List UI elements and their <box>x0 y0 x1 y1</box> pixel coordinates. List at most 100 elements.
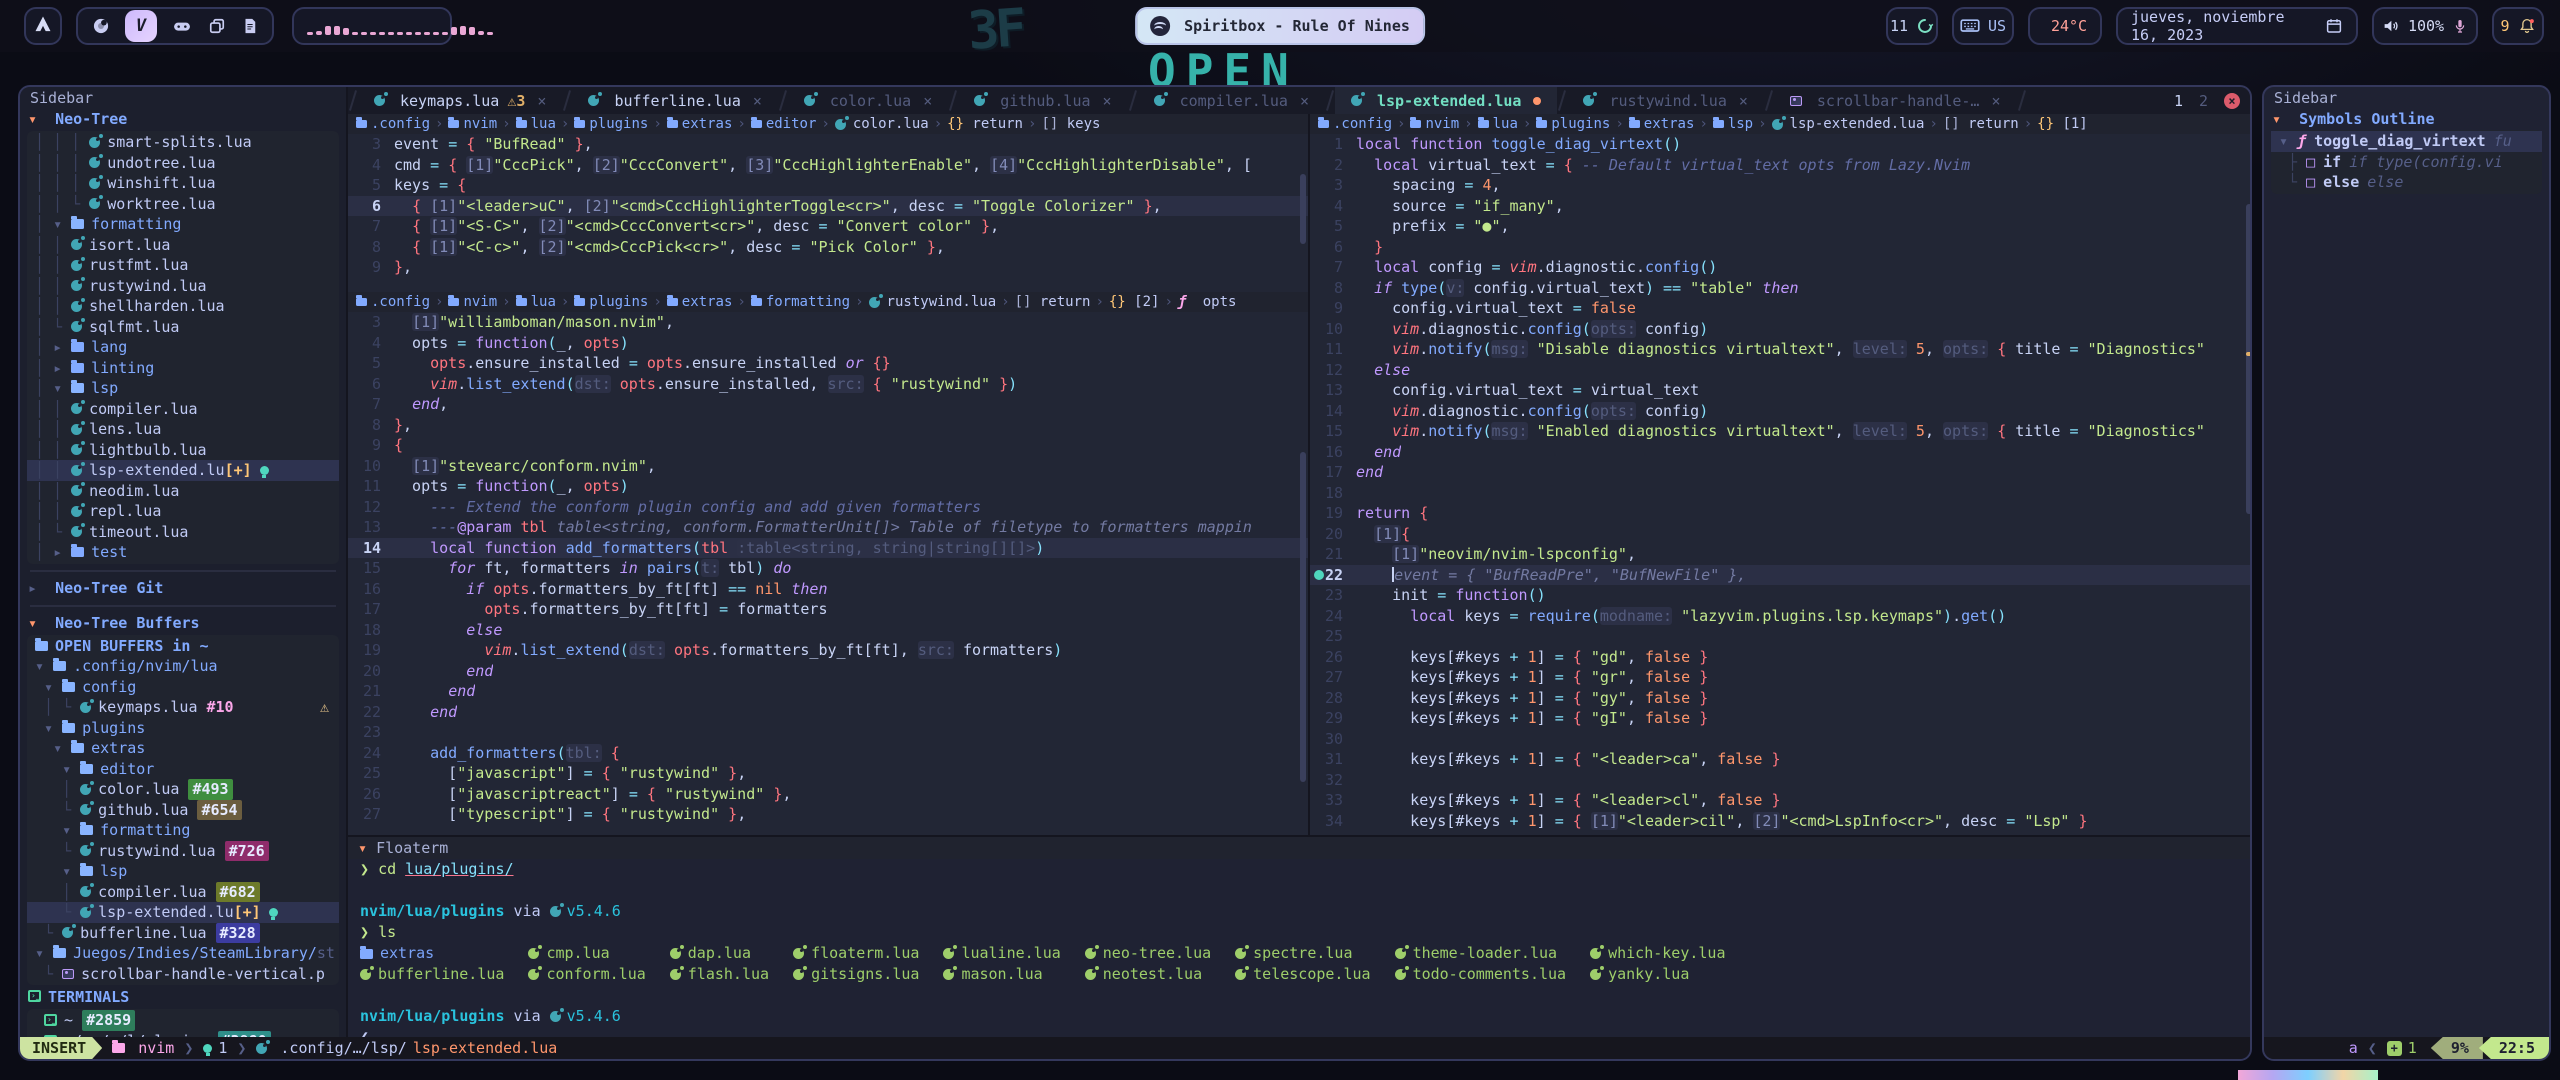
breadcrumb-segment[interactable]: .config <box>1318 116 1392 132</box>
breadcrumb-segment[interactable]: rustywind.lua <box>869 294 997 310</box>
scrollbar[interactable] <box>1300 174 1306 244</box>
buffer-item-config[interactable]: ▾ config <box>27 677 339 698</box>
tab-scrollbar-handle--[interactable]: scrollbar-handle-…× <box>1774 87 2017 114</box>
code-line-3[interactable]: 3 spacing = 4, <box>1310 175 2252 196</box>
code-line-8[interactable]: 8 if type(v: config.virtual_text) == "ta… <box>1310 278 2252 299</box>
code-line-6[interactable]: 6 } <box>1310 237 2252 258</box>
tab-close-icon[interactable]: × <box>1739 92 1748 110</box>
tree-item-lsp[interactable]: │ ▾ lsp <box>27 378 339 399</box>
module-date[interactable]: jueves, noviembre 16, 2023 <box>2116 7 2358 45</box>
app-gamepad-icon[interactable] <box>171 16 193 36</box>
buffer-item-formatting[interactable]: ▾ formatting <box>27 820 339 841</box>
tab-close-icon[interactable]: × <box>923 92 932 110</box>
code-line-20[interactable]: 20 end <box>348 661 1308 682</box>
terminals-header[interactable]: TERMINALS <box>20 987 346 1008</box>
code-line-5[interactable]: 5 opts.ensure_installed = opts.ensure_in… <box>348 353 1308 374</box>
code-line-15[interactable]: 15 for ft, formatters in pairs(t: tbl) d… <box>348 558 1308 579</box>
breadcrumb-segment[interactable]: .config <box>356 116 430 132</box>
breadcrumb-segment[interactable]: [] return <box>1943 116 2019 132</box>
code-line-19[interactable]: 19 vim.list_extend(dst: opts.formatters_… <box>348 640 1308 661</box>
breadcrumb-segment[interactable]: lsp-extended.lua <box>1772 116 1925 132</box>
code-line-6[interactable]: 6 vim.list_extend(dst: opts.ensure_insta… <box>348 374 1308 395</box>
code-line-25[interactable]: 25 <box>1310 626 2252 647</box>
breadcrumb-segment[interactable]: [] return <box>1015 294 1091 310</box>
buffer-item-rustywind-lua[interactable]: └ rustywind.lua#726 <box>27 841 339 862</box>
scrollbar[interactable] <box>1300 452 1306 782</box>
tab-close-icon[interactable]: × <box>1103 92 1112 110</box>
code-line-9[interactable]: 9 config.virtual_text = false <box>1310 298 2252 319</box>
code-line-17[interactable]: 17end <box>1310 462 2252 483</box>
terminal-item--[interactable]: ~#2859 <box>27 1010 339 1031</box>
breadcrumb-segment[interactable]: nvim <box>448 294 497 310</box>
code-line-22[interactable]: 22 end <box>348 702 1308 723</box>
code-line-13[interactable]: 13 config.virtual_text = virtual_text <box>1310 380 2252 401</box>
breadcrumb-segment[interactable]: extras <box>667 116 733 132</box>
buffer-item-bufferline-lua[interactable]: └ bufferline.lua#328 <box>27 923 339 944</box>
tree-item-neodim-lua[interactable]: │ │ neodim.lua <box>27 481 339 502</box>
code-line-17[interactable]: 17 opts.formatters_by_ft[ft] = formatter… <box>348 599 1308 620</box>
breadcrumb-segment[interactable]: editor <box>751 116 817 132</box>
breadcrumb-segment[interactable]: lua <box>516 116 556 132</box>
floaterm-winbar[interactable]: ▾ Floaterm <box>348 837 2250 859</box>
code-line-3[interactable]: 3 [1]"williamboman/mason.nvim", <box>348 312 1308 333</box>
tree-item-timeout-lua[interactable]: │ └ timeout.lua <box>27 522 339 543</box>
cwd-label[interactable]: nvim <box>138 1039 174 1057</box>
tab-close-icon[interactable]: × <box>1991 92 2000 110</box>
code-line-18[interactable]: 18 <box>1310 483 2252 504</box>
code-line-4[interactable]: 4cmd = { [1]"CccPick", [2]"CccConvert", … <box>348 155 1308 176</box>
buffer-item-plugins[interactable]: ▾ plugins <box>27 718 339 739</box>
code-line-16[interactable]: 16 end <box>1310 442 2252 463</box>
code-line-26[interactable]: 26 keys[#keys + 1] = { "gd", false } <box>1310 647 2252 668</box>
tree-item-sqlfmt-lua[interactable]: │ └ sqlfmt.lua <box>27 317 339 338</box>
tab-rustywind-lua[interactable]: rustywind.lua× <box>1567 87 1763 114</box>
breadcrumb-segment[interactable]: .config <box>356 294 430 310</box>
breadcrumb-segment[interactable]: lsp <box>1713 116 1753 132</box>
code-line-9[interactable]: 9{ <box>348 435 1308 456</box>
tree-item-isort-lua[interactable]: │ │ isort.lua <box>27 235 339 256</box>
code-line-7[interactable]: 7 { [1]"<S-C>", [2]"<cmd>CccConvert<cr>"… <box>348 216 1308 237</box>
scrollbar[interactable] <box>2246 204 2252 514</box>
code-line-8[interactable]: 8 { [1]"<C-c>", [2]"<cmd>CccPick<cr>", d… <box>348 237 1308 258</box>
breadcrumb-segment[interactable]: [] keys <box>1041 116 1100 132</box>
tab-compiler-lua[interactable]: compiler.lua× <box>1138 87 1325 114</box>
breadcrumb-segment[interactable]: lua <box>516 294 556 310</box>
tree-item-linting[interactable]: │ ▸ linting <box>27 358 339 379</box>
breadcrumb-segment[interactable]: color.lua <box>835 116 929 132</box>
terminal-output[interactable]: ❯ cd lua/plugins/nvim/lua/plugins via v5… <box>348 859 2250 1048</box>
file-name[interactable]: lsp-extended.lua <box>413 1039 558 1057</box>
neotree-section-header[interactable]: ▾ Neo-Tree <box>20 109 346 130</box>
module-keyboard-layout[interactable]: US <box>1952 7 2014 45</box>
breadcrumb-segment[interactable]: {} [2] <box>1109 294 1160 310</box>
module-weather[interactable]: 24°C <box>2028 7 2102 45</box>
breadcrumb-segment[interactable]: plugins <box>1536 116 1610 132</box>
buffer-item-scrollbar-handle-vertical-p[interactable]: └ scrollbar-handle-vertical.p <box>27 964 339 985</box>
tab-lsp-extended-lua[interactable]: lsp-extended.lua <box>1335 87 1558 114</box>
code-line-31[interactable]: 31 keys[#keys + 1] = { "<leader>ca", fal… <box>1310 749 2252 770</box>
code-line-10[interactable]: 10 vim.diagnostic.config(opts: config) <box>1310 319 2252 340</box>
tab-close-icon[interactable]: × <box>537 92 546 110</box>
tab-keymaps-lua[interactable]: keymaps.lua⚠3× <box>358 87 562 114</box>
code-line-11[interactable]: 11 opts = function(_, opts) <box>348 476 1308 497</box>
outline-item-else[interactable]: └ □elseelse <box>2271 172 2542 193</box>
app-windows-icon[interactable] <box>207 16 227 36</box>
code-line-20[interactable]: 20 [1]{ <box>1310 524 2252 545</box>
tab-close-icon[interactable]: × <box>753 92 762 110</box>
tree-item-winshift-lua[interactable]: │ │ │ winshift.lua <box>27 173 339 194</box>
code-line-10[interactable]: 10 [1]"stevearc/conform.nvim", <box>348 456 1308 477</box>
buffer-item-lsp[interactable]: ▾ lsp <box>27 861 339 882</box>
code-line-11[interactable]: 11 vim.notify(msg: "Disable diagnostics … <box>1310 339 2252 360</box>
code-line-25[interactable]: 25 ["javascript"] = { "rustywind" }, <box>348 763 1308 784</box>
code-line-16[interactable]: 16 if opts.formatters_by_ft[ft] == nil t… <box>348 579 1308 600</box>
breadcrumb-segment[interactable]: plugins <box>574 294 648 310</box>
neotree-buffers-header[interactable]: ▾ Neo-Tree Buffers <box>20 613 346 634</box>
code-line-4[interactable]: 4 source = "if_many", <box>1310 196 2252 217</box>
tree-item-shellharden-lua[interactable]: │ │ shellharden.lua <box>27 296 339 317</box>
code-line-7[interactable]: 7 local config = vim.diagnostic.config() <box>1310 257 2252 278</box>
tree-item-repl-lua[interactable]: │ │ repl.lua <box>27 501 339 522</box>
code-line-26[interactable]: 26 ["javascriptreact"] = { "rustywind" }… <box>348 784 1308 805</box>
breadcrumb-segment[interactable]: {} return <box>947 116 1023 132</box>
buffer-item-juegos-indies-steamlibrary-[interactable]: ▾ Juegos/Indies/SteamLibrary/st <box>27 943 339 964</box>
code-line-9[interactable]: 9}, <box>348 257 1308 278</box>
app-firefox-icon[interactable] <box>91 16 111 36</box>
tree-item-undotree-lua[interactable]: │ │ │ undotree.lua <box>27 153 339 174</box>
